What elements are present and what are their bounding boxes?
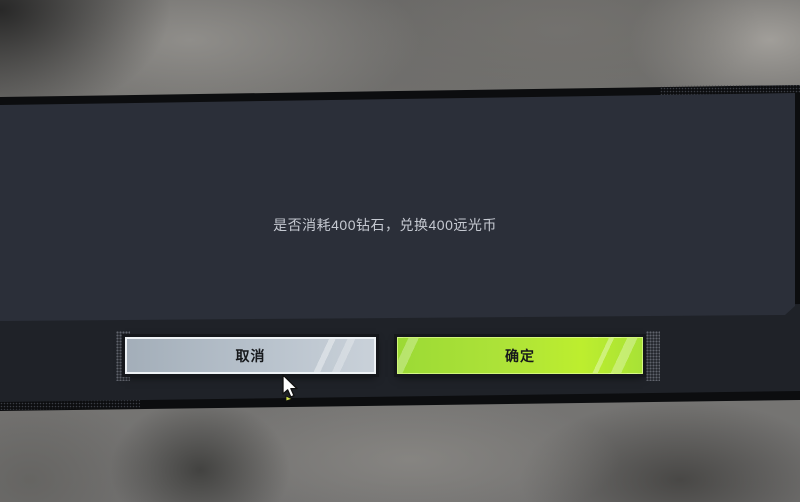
dialog-message: 是否消耗400钻石，兑换400远光币 <box>273 217 497 233</box>
cancel-button-label: 取消 <box>235 347 266 364</box>
confirm-button[interactable]: 确定 <box>397 337 643 374</box>
halftone-decoration-right <box>646 331 660 381</box>
cancel-button[interactable]: 取消 <box>125 337 376 374</box>
dialog-band <box>0 85 800 411</box>
dialog-message-panel <box>0 93 795 321</box>
mouse-pointer-icon <box>282 374 298 402</box>
confirm-button-label: 确定 <box>505 347 535 364</box>
